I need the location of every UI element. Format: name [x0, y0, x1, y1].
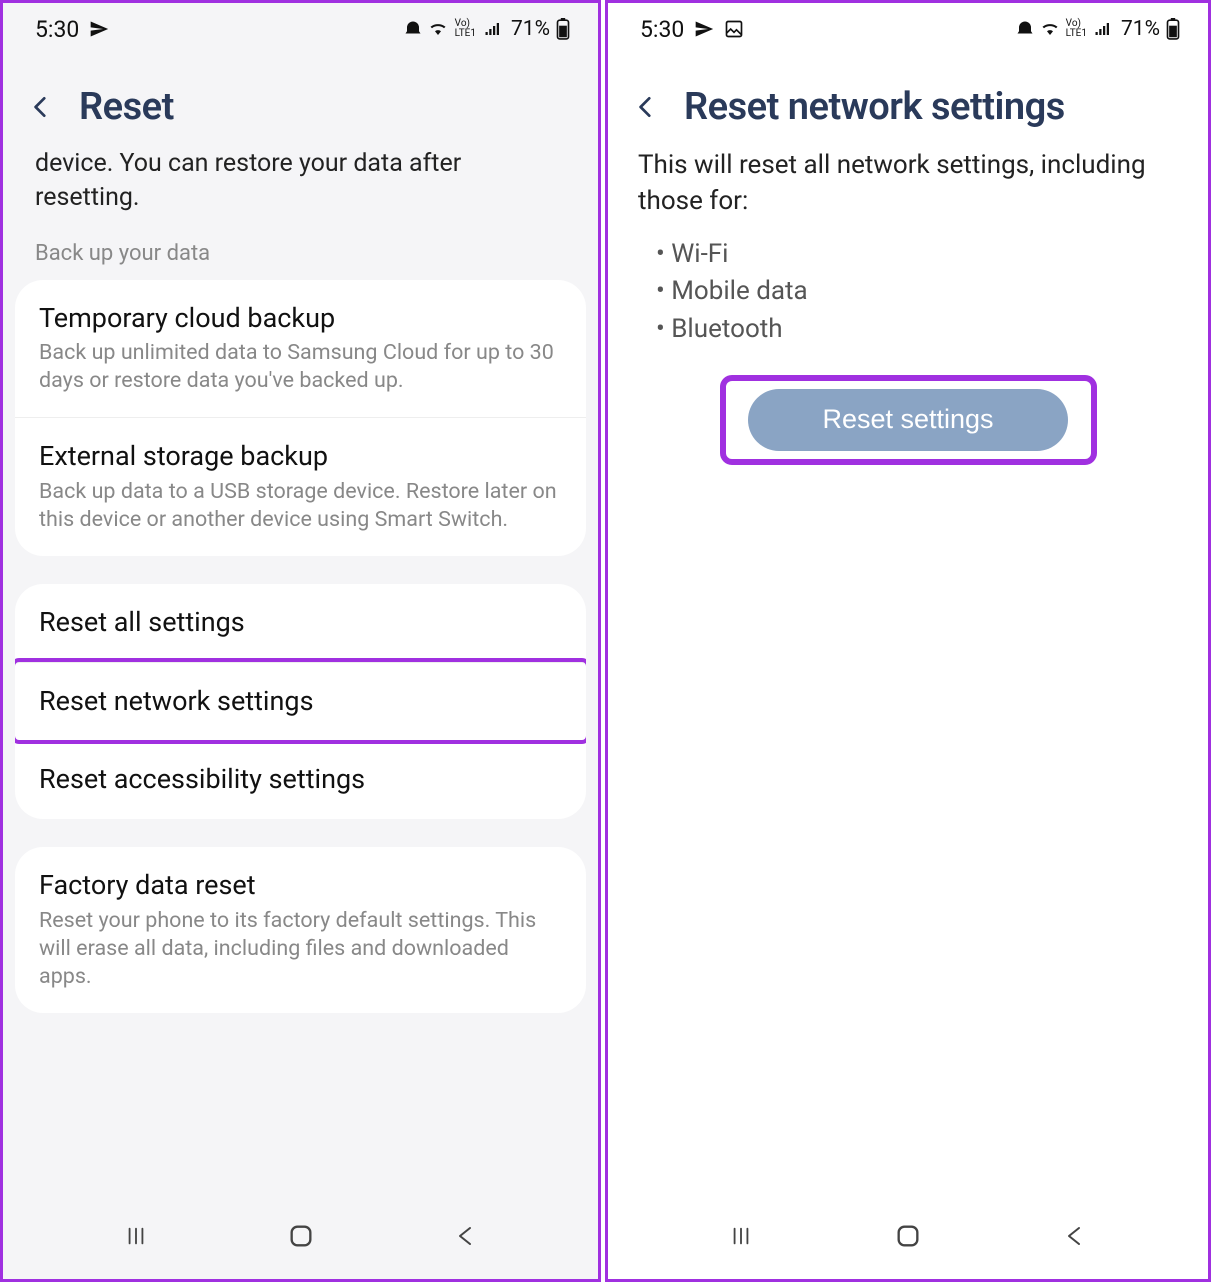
reset-network-settings-row[interactable]: Reset network settings [15, 662, 586, 741]
battery-pct: 71% [511, 17, 550, 41]
row-sub: Back up unlimited data to Samsung Cloud … [39, 339, 562, 395]
bullet-item: Mobile data [656, 273, 1178, 311]
page-header: Reset network settings [608, 55, 1208, 147]
alarm-icon [1016, 20, 1034, 38]
reset-accessibility-settings-row[interactable]: Reset accessibility settings [15, 740, 586, 819]
signal-icon [1093, 20, 1113, 38]
page-header: Reset [3, 55, 598, 147]
row-title: Factory data reset [39, 869, 562, 903]
recents-button[interactable] [116, 1216, 156, 1256]
status-bar: 5:30 Vo)LTE1 71% [608, 3, 1208, 55]
row-title: Reset all settings [39, 606, 562, 640]
image-icon [724, 19, 744, 39]
nav-back-button[interactable] [1055, 1216, 1095, 1256]
wifi-icon [428, 20, 448, 38]
wifi-icon [1040, 20, 1060, 38]
intro-text: This will reset all network settings, in… [608, 147, 1208, 230]
temporary-cloud-backup-row[interactable]: Temporary cloud backup Back up unlimited… [15, 280, 586, 418]
battery-pct: 71% [1121, 17, 1160, 41]
bullet-list: Wi-Fi Mobile data Bluetooth [608, 230, 1208, 367]
home-button[interactable] [888, 1216, 928, 1256]
nav-back-button[interactable] [446, 1216, 486, 1256]
row-sub: Back up data to a USB storage device. Re… [39, 478, 562, 534]
row-sub: Reset your phone to its factory default … [39, 907, 562, 991]
recents-button[interactable] [721, 1216, 761, 1256]
phone-left: 5:30 Vo)LTE1 71% Reset device. You can r… [0, 0, 601, 1282]
factory-reset-card: Factory data reset Reset your phone to i… [15, 847, 586, 1013]
reset-button-highlight: Reset settings [726, 381, 1091, 459]
reset-settings-button[interactable]: Reset settings [748, 389, 1068, 451]
intro-text: device. You can restore your data after … [3, 147, 598, 233]
send-icon [694, 19, 714, 39]
signal-icon [483, 20, 503, 38]
factory-data-reset-row[interactable]: Factory data reset Reset your phone to i… [15, 847, 586, 1013]
bullet-item: Wi-Fi [656, 236, 1178, 274]
row-title: Reset accessibility settings [39, 763, 562, 797]
back-button[interactable] [630, 91, 662, 123]
send-icon [89, 19, 109, 39]
reset-options-card: Reset all settings Reset network setting… [15, 584, 586, 819]
volte-icon: Vo)LTE1 [1066, 19, 1087, 39]
reset-all-settings-row[interactable]: Reset all settings [15, 584, 586, 662]
bullet-item: Bluetooth [656, 311, 1178, 349]
backup-card: Temporary cloud backup Back up unlimited… [15, 280, 586, 556]
battery-icon [556, 18, 570, 40]
alarm-icon [404, 20, 422, 38]
home-button[interactable] [281, 1216, 321, 1256]
nav-bar [3, 1193, 598, 1279]
volte-icon: Vo)LTE1 [454, 18, 477, 40]
external-storage-backup-row[interactable]: External storage backup Back up data to … [15, 417, 586, 556]
page-title: Reset [79, 85, 174, 129]
nav-bar [608, 1193, 1208, 1279]
status-time: 5:30 [35, 16, 79, 43]
status-time: 5:30 [640, 16, 684, 43]
status-bar: 5:30 Vo)LTE1 71% [3, 3, 598, 55]
phone-right: 5:30 Vo)LTE1 71% Reset network settings … [605, 0, 1211, 1282]
battery-icon [1166, 18, 1180, 40]
row-title: External storage backup [39, 440, 562, 474]
page-title: Reset network settings [684, 85, 1065, 129]
row-title: Temporary cloud backup [39, 302, 562, 336]
row-title: Reset network settings [39, 685, 562, 719]
backup-section-label: Back up your data [3, 233, 598, 280]
back-button[interactable] [25, 91, 57, 123]
